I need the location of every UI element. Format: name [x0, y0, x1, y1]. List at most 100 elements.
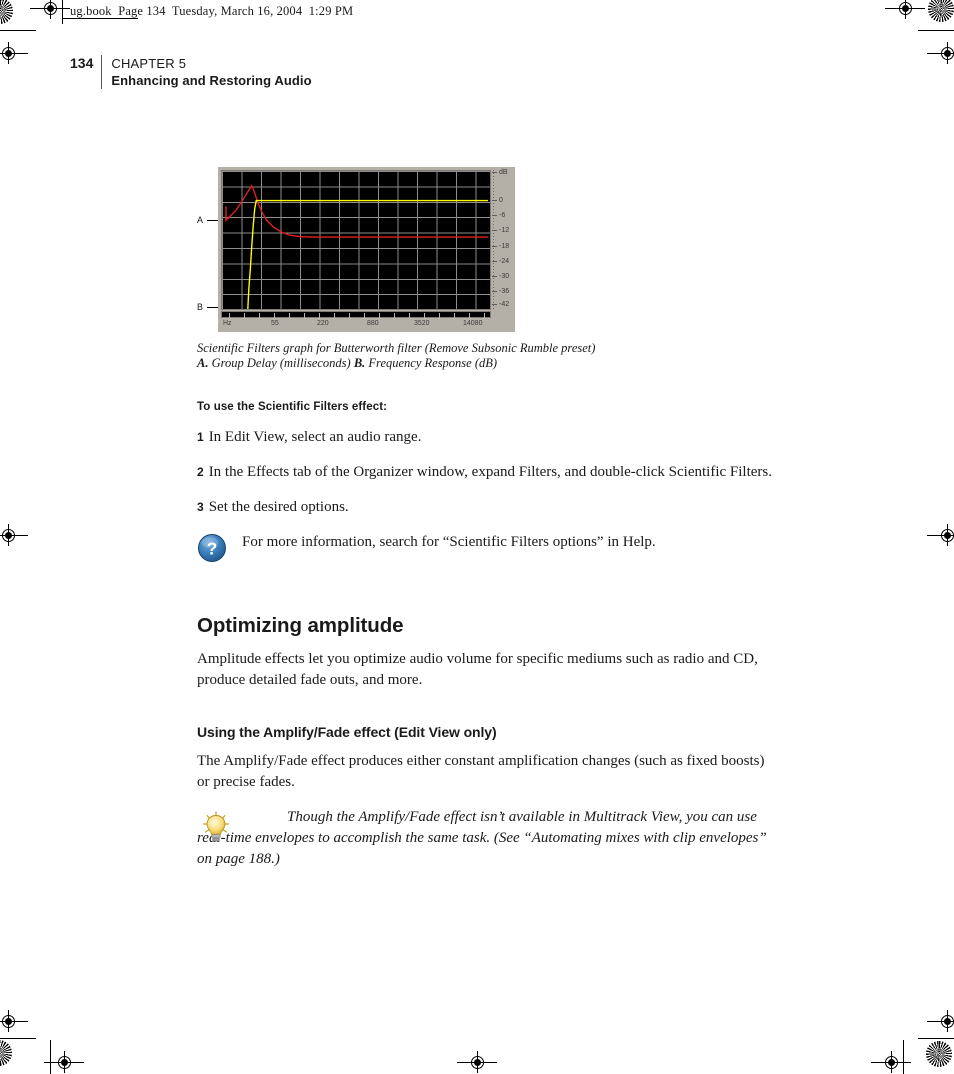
registration-mark-left-middle: [0, 524, 28, 546]
registration-mark-left-lower: [0, 1010, 28, 1032]
x-tick-a: [229, 313, 230, 318]
x-axis-tick-label-3520: 3520: [414, 320, 430, 327]
y-tick-4: [492, 246, 497, 247]
page-folio: 134: [70, 55, 94, 71]
chapter-label: CHAPTER 5: [111, 56, 187, 71]
x-tick-c: [259, 313, 260, 318]
star-target-top-right: [928, 0, 954, 22]
registration-mark-top-right: [885, 0, 925, 19]
x-tick-m: [409, 313, 410, 318]
y-tick-7: [492, 291, 497, 292]
step-number-1: 1: [197, 430, 204, 444]
procedure-step-1: 1 In Edit View, select an audio range.: [197, 427, 777, 448]
x-axis-strip: [221, 311, 491, 318]
graph-y-axis: dB 0 -6 -12 -18 -24 -30 -36 -42: [492, 169, 515, 310]
trim-line-left-bottom: [0, 1038, 36, 1039]
star-target-bottom-right: [926, 1041, 952, 1067]
graph-plot-area: [221, 170, 491, 310]
graph-x-axis: Hz 55 220 880 3520 14080: [221, 311, 491, 331]
slug-divider: [62, 0, 63, 24]
y-axis-tick-label-0: 0: [499, 197, 503, 204]
step-text-3: Set the desired options.: [208, 499, 349, 515]
tip-note-text: Though the Amplify/Fade effect isn’t ava…: [197, 807, 777, 870]
content-column: A B dB 0 -6 -12 -18 -24 -30 -36 -42 Hz 5…: [197, 160, 777, 870]
y-axis-unit-label: dB: [499, 169, 508, 176]
x-tick-h: [334, 313, 335, 318]
registration-mark-top-left: [30, 0, 70, 19]
y-tick-0: [492, 172, 497, 173]
procedure-heading: To use the Scientific Filters effect:: [197, 401, 388, 413]
x-tick-i: [349, 313, 350, 318]
subsection-body-paragraph: The Amplify/Fade effect produces either …: [197, 753, 765, 790]
x-tick-b: [244, 313, 245, 318]
x-tick-k: [379, 313, 380, 318]
x-tick-d: [274, 313, 275, 318]
subsection-heading-amplify-fade: Using the Amplify/Fade effect (Edit View…: [197, 724, 497, 740]
scientific-filters-figure: A B dB 0 -6 -12 -18 -24 -30 -36 -42 Hz 5…: [197, 160, 777, 332]
x-axis-unit-label: Hz: [223, 320, 232, 327]
y-axis-tick-label-minus12: -12: [499, 227, 510, 234]
registration-mark-bottom-right: [871, 1051, 911, 1073]
group-delay-curve: [247, 199, 489, 309]
registration-mark-right-middle: [927, 524, 954, 546]
trim-line-right-top: [918, 30, 954, 31]
y-axis-tick-label-minus24: -24: [499, 258, 510, 265]
caption-b-key: B.: [353, 356, 366, 370]
x-tick-q: [469, 313, 470, 318]
caption-a-desc: Group Delay (milliseconds): [208, 356, 354, 370]
step-number-2: 2: [197, 465, 204, 479]
lightbulb-tip-icon: [201, 811, 231, 845]
running-head: 134 CHAPTER 5 Enhancing and Restoring Au…: [70, 55, 312, 89]
y-axis-tick-label-minus30: -30: [499, 273, 510, 280]
x-tick-r: [484, 313, 485, 318]
x-tick-n: [424, 313, 425, 318]
section-intro-paragraph: Amplitude effects let you optimize audio…: [197, 651, 758, 688]
y-tick-8: [492, 304, 497, 305]
y-tick-6: [492, 276, 497, 277]
x-axis-tick-label-220: 220: [317, 320, 329, 327]
svg-text:?: ?: [207, 539, 218, 559]
step-text-2: In the Effects tab of the Organizer wind…: [208, 464, 773, 480]
x-tick-j: [364, 313, 365, 318]
trim-line-vertical-left: [50, 1040, 51, 1074]
chapter-title: Enhancing and Restoring Audio: [111, 73, 312, 88]
y-axis-tick-label-minus42: -42: [499, 301, 510, 308]
caption-b-desc: Frequency Response (dB): [365, 356, 498, 370]
x-tick-g: [319, 313, 320, 318]
figure-caption: Scientific Filters graph for Butterworth…: [197, 341, 777, 371]
registration-mark-bottom-center: [457, 1051, 497, 1073]
x-tick-f: [304, 313, 305, 318]
callout-a-label: A: [197, 215, 204, 225]
y-tick-1: [492, 200, 497, 201]
x-tick-l: [394, 313, 395, 318]
x-tick-p: [454, 313, 455, 318]
help-question-icon: ?: [197, 533, 227, 563]
trim-line-right-bottom: [918, 1038, 954, 1039]
caption-a-key: A.: [197, 356, 209, 370]
graph-curves: [225, 184, 489, 309]
x-tick-o: [439, 313, 440, 318]
callout-b-label: B: [197, 302, 204, 312]
trim-line-left-top: [0, 30, 36, 31]
running-head-rule: [101, 55, 103, 89]
procedure-step-2: 2 In the Effects tab of the Organizer win…: [197, 462, 777, 483]
step-number-3: 3: [197, 500, 204, 514]
scientific-filters-graph: dB 0 -6 -12 -18 -24 -30 -36 -42 Hz 55 22…: [218, 167, 515, 332]
figure-caption-line2: A. Group Delay (milliseconds) B. Frequen…: [197, 356, 777, 371]
help-note: ? For more information, search for “Scie…: [197, 532, 777, 566]
tip-note: Though the Amplify/Fade effect isn’t ava…: [197, 807, 777, 870]
x-axis-tick-label-14080: 14080: [463, 320, 483, 327]
y-tick-3: [492, 230, 497, 231]
step-text-1: In Edit View, select an audio range.: [208, 429, 422, 445]
y-axis-rail: [493, 170, 494, 310]
registration-mark-right-lower: [927, 1010, 954, 1032]
file-slug-text: ug.book Page 134 Tuesday, March 16, 2004…: [70, 4, 354, 18]
y-tick-5: [492, 261, 497, 262]
frequency-response-curve: [225, 184, 489, 238]
star-target-top-left: [0, 0, 13, 24]
tip-note-body: Though the Amplify/Fade effect isn’t ava…: [197, 809, 767, 867]
x-axis-tick-label-880: 880: [367, 320, 379, 327]
registration-mark-right-upper: [927, 42, 954, 64]
trim-line-vertical-right: [903, 1040, 904, 1074]
section-heading-optimizing-amplitude: Optimizing amplitude: [197, 614, 404, 637]
